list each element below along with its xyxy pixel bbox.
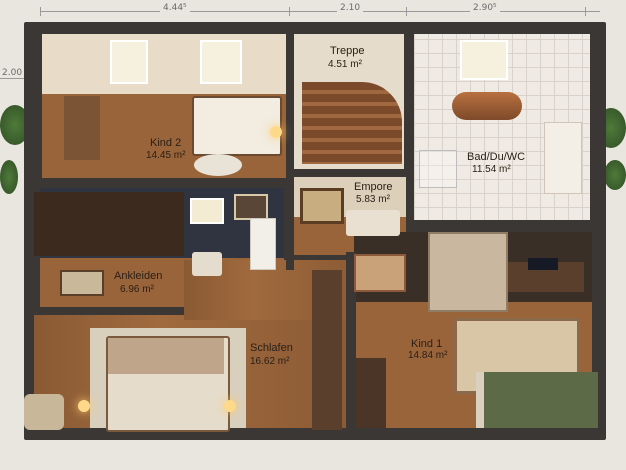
room-area-treppe: 4.51 m² [328,59,362,70]
dimension-tick [289,7,290,16]
room-name-ankleiden: Ankleiden [114,270,163,282]
armchair [24,394,64,430]
lamp-icon [224,400,236,412]
room-area-schlafen: 16.62 m² [250,356,290,367]
shower [419,150,457,188]
dimension-label-1: 4.44⁵ [160,3,190,13]
window [110,40,148,84]
wall [34,307,184,315]
floor-plan [24,22,606,440]
wall [38,178,288,188]
desk [356,358,386,428]
map-picture [300,188,344,224]
dimension-tick [40,7,41,16]
picture-frame [60,270,104,296]
dimension-tick [585,7,586,16]
plant-icon [604,160,626,190]
lamp-icon [270,126,282,138]
bathtub [452,92,522,120]
staircase [302,82,402,164]
mirror [190,198,224,224]
reading-nook [346,210,400,236]
wardrobe [34,192,184,256]
monitor [528,258,558,270]
room-name-kind-2: Kind 2 [150,137,182,149]
window [460,40,508,80]
dimension-label-3: 2.90⁵ [470,3,500,13]
room-name-treppe: Treppe [330,45,365,57]
rug [194,154,242,176]
rug [354,254,406,292]
room-area-kind-2: 14.45 m² [146,150,186,161]
wardrobe [428,232,508,312]
plant-icon [0,160,18,194]
room-area-bad: 11.54 m² [472,164,511,175]
desk [64,96,100,160]
dimension-tick [406,7,407,16]
bed [476,372,598,428]
lamp-icon [78,400,90,412]
dimension-label-2: 2.10 [337,3,364,13]
ottoman [192,252,222,276]
room-name-schlafen: Schlafen [250,342,293,354]
door [250,218,276,270]
wall [404,30,414,170]
room-name-bad: Bad/Du/WC [467,151,526,163]
blanket [108,338,224,374]
room-area-kind-1: 14.84 m² [408,350,448,361]
wall [286,30,294,270]
room-area-ankleiden: 6.96 m² [120,284,154,295]
wall [409,220,594,230]
railing [312,270,342,430]
room-area-empore: 5.83 m² [356,194,390,205]
picture-frame [234,194,268,220]
window [200,40,242,84]
vanity [544,122,582,194]
bed [192,96,282,156]
room-name-empore: Empore [354,181,393,193]
dimension-line-top [40,11,600,12]
